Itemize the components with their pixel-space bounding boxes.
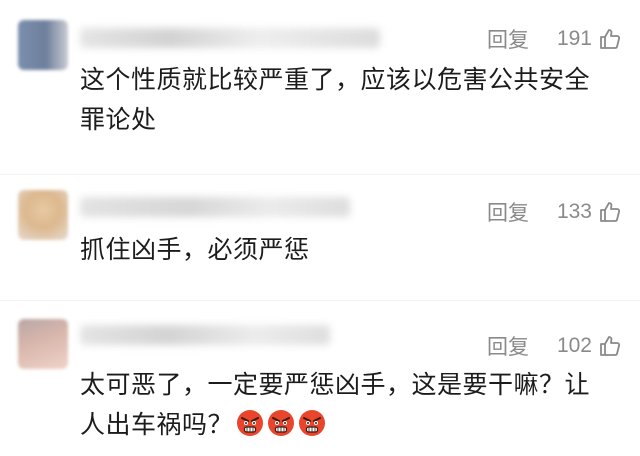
comment-text: 太可恶了，一定要严惩凶手，这是要干嘛？让 人出车祸吗？: [80, 365, 620, 445]
comment-text-line: 抓住凶手，必须严惩: [80, 235, 310, 264]
like-count: 133: [556, 200, 592, 223]
comment-text: 抓住凶手，必须严惩: [80, 230, 620, 270]
comment-text: 这个性质就比较严重了，应该以危害公共安全 罪论处: [80, 60, 620, 140]
username-redacted[interactable]: [80, 325, 330, 345]
comment-actions: 回复 191: [487, 24, 622, 54]
thumbs-up-icon[interactable]: [598, 334, 622, 358]
comment-actions: 回复 102: [487, 331, 622, 361]
reply-button[interactable]: 回复: [487, 197, 529, 227]
angry-face-icon: [267, 409, 295, 437]
angry-face-icon: [298, 409, 326, 437]
comment-text-segment: 人出车祸吗？: [80, 410, 234, 439]
comment-text-line: 人出车祸吗？: [80, 405, 620, 445]
thumbs-up-icon[interactable]: [598, 27, 622, 51]
username-redacted[interactable]: [80, 197, 350, 217]
comment-item: 回复 191 这个性质就比较严重了，应该以危害公共安全 罪论处: [0, 0, 640, 170]
comment-text-line: 太可恶了，一定要严惩凶手，这是要干嘛？让: [80, 370, 591, 399]
comment-actions: 回复 133: [487, 197, 622, 227]
avatar[interactable]: [18, 190, 68, 240]
like-count: 102: [556, 334, 592, 357]
comment-text-line: 这个性质就比较严重了，应该以危害公共安全: [80, 65, 591, 94]
angry-face-icon: [236, 409, 264, 437]
thumbs-up-icon[interactable]: [598, 200, 622, 224]
comment-item: 回复 133 抓住凶手，必须严惩: [0, 175, 640, 295]
like-count: 191: [556, 27, 592, 50]
username-redacted[interactable]: [80, 28, 380, 48]
avatar[interactable]: [18, 319, 68, 369]
reply-button[interactable]: 回复: [487, 331, 529, 361]
comment-text-line: 罪论处: [80, 105, 157, 134]
avatar[interactable]: [18, 20, 68, 70]
reply-button[interactable]: 回复: [487, 24, 529, 54]
comment-item: 回复 102 太可恶了，一定要严惩凶手，这是要干嘛？让 人出车祸吗？: [0, 301, 640, 456]
